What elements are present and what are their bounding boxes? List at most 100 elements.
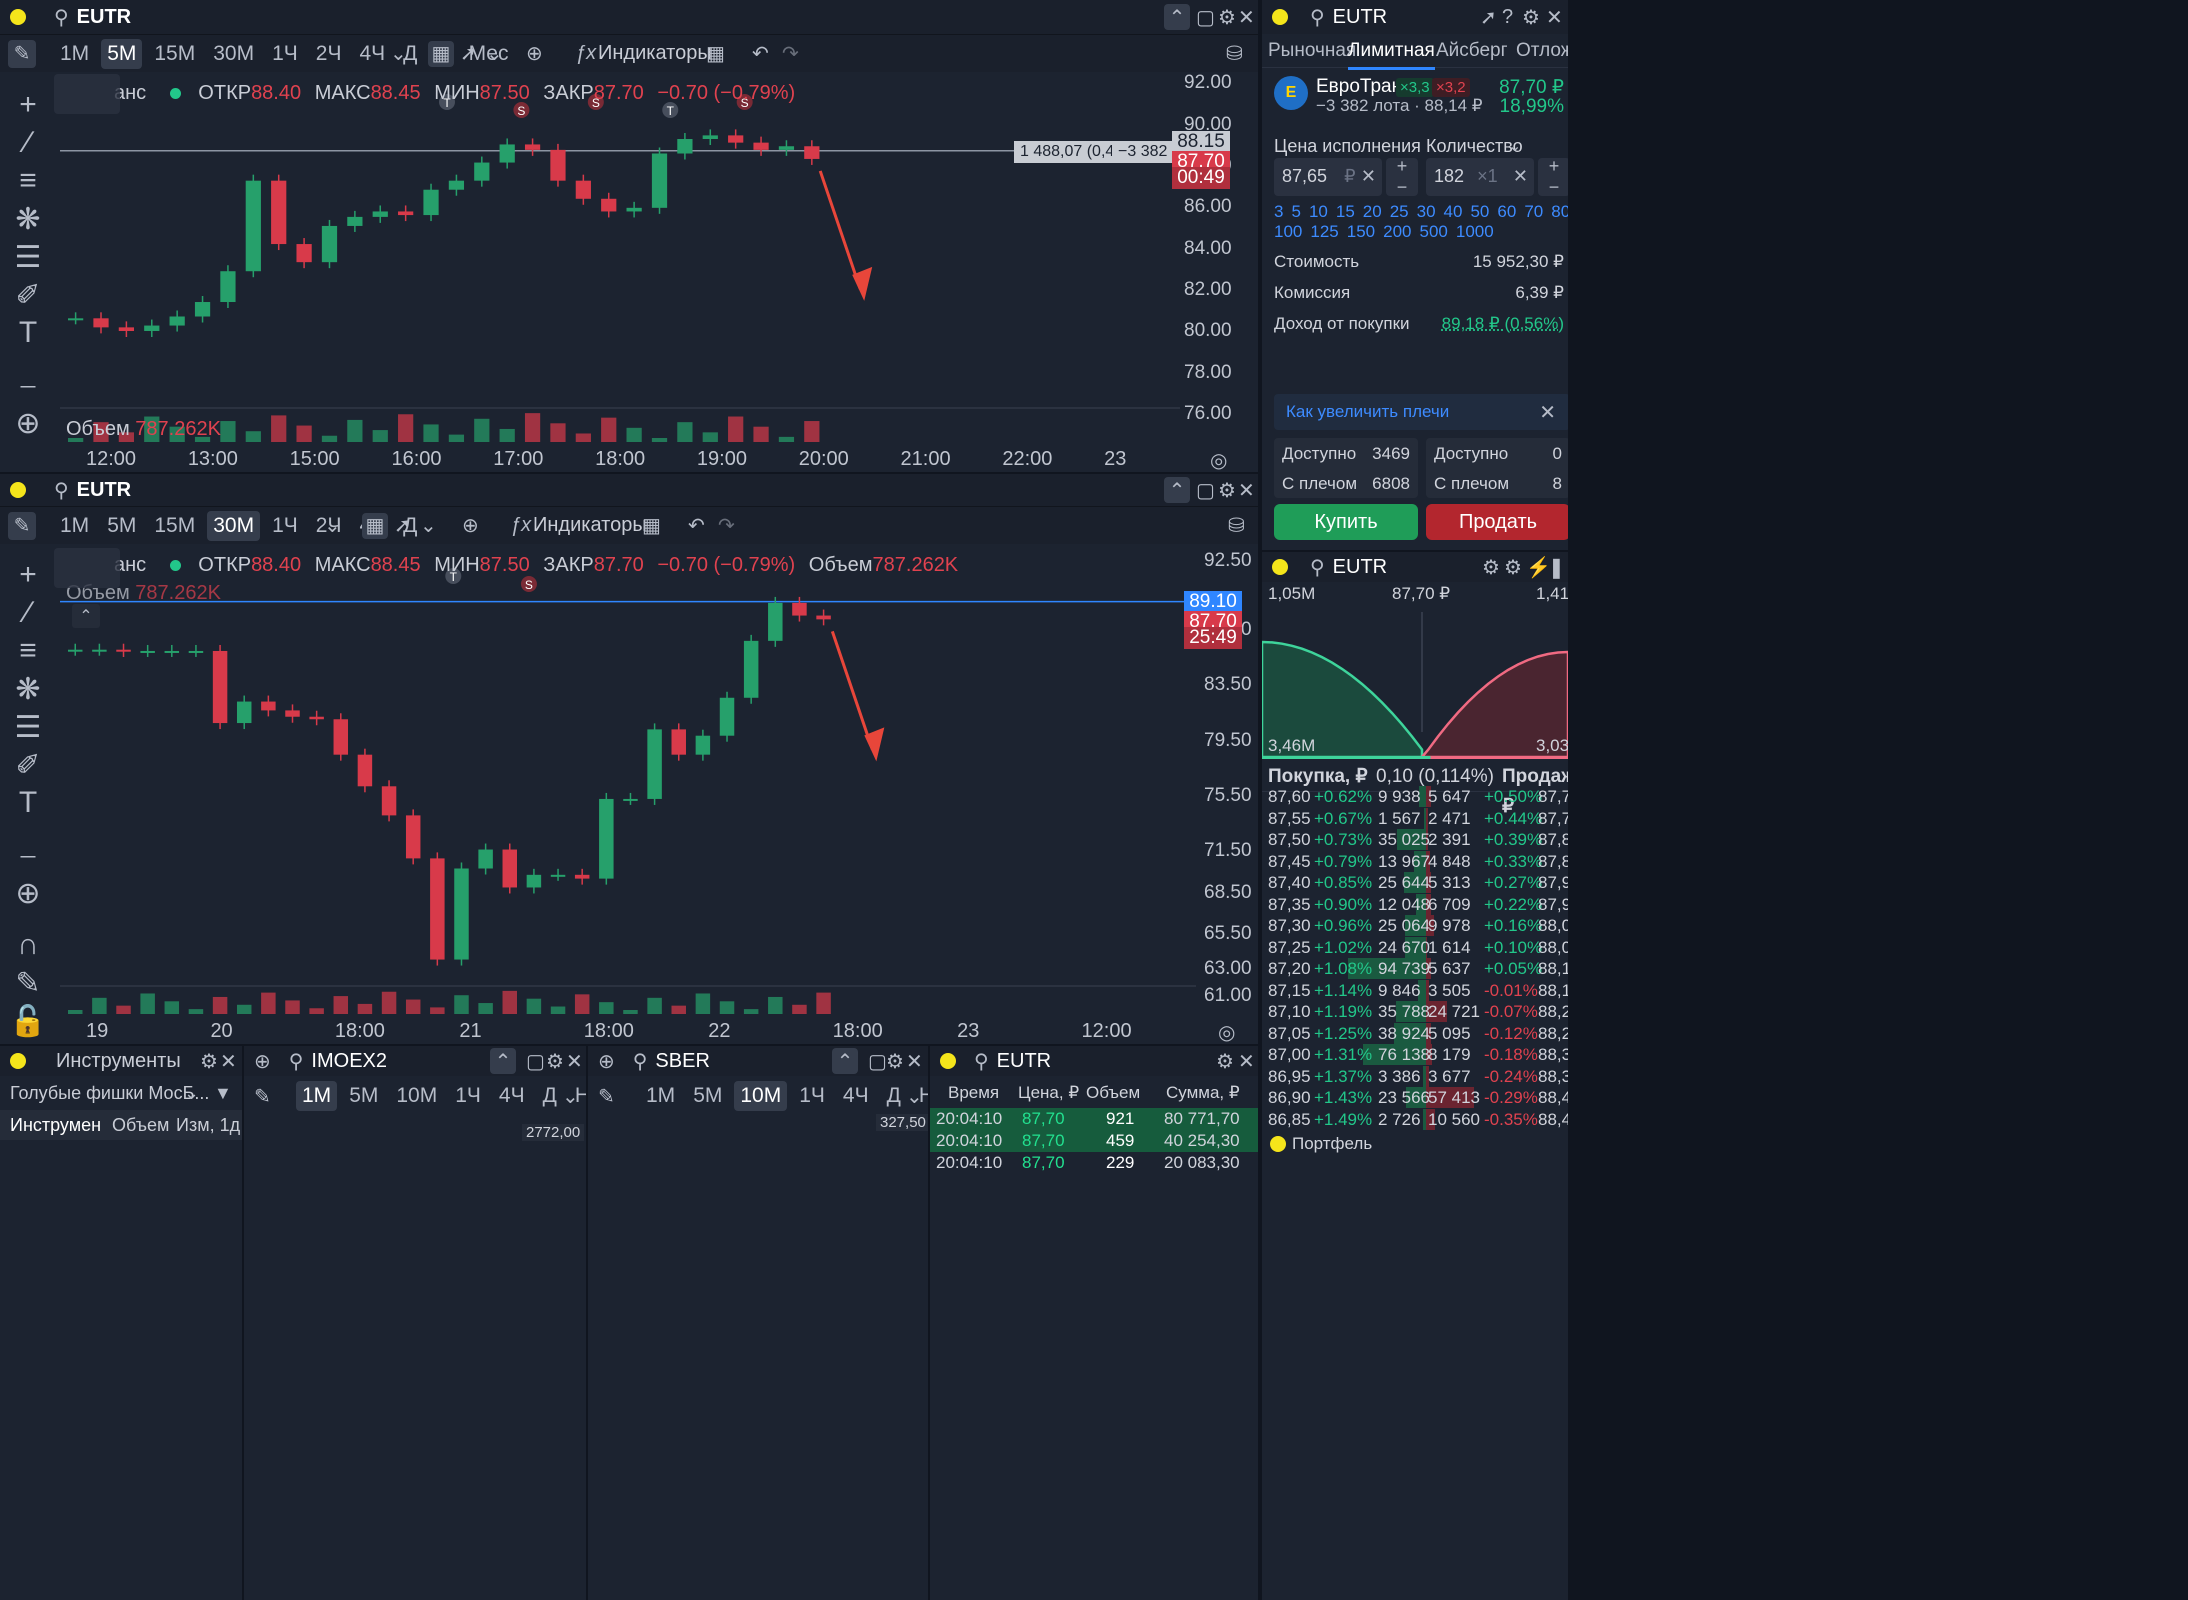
orderbook-row[interactable]: 87,45 +0.79% 13 967 4 848 +0.33% 87,8 xyxy=(1262,850,1568,872)
text-tool-icon[interactable]: T xyxy=(0,786,56,820)
chevron-down-icon[interactable]: ⌄ xyxy=(184,1083,199,1104)
quick-quantity-button[interactable]: 50 xyxy=(1470,202,1489,222)
tab-order-type[interactable]: Лимитная xyxy=(1348,40,1435,70)
dropdown-icon[interactable]: ⌄ xyxy=(562,1084,579,1109)
camera-icon[interactable]: ⛁ xyxy=(1228,513,1245,538)
quantity-field[interactable]: 182 ×1 ✕ xyxy=(1426,158,1534,196)
layout-grid-icon[interactable]: ▦ xyxy=(642,513,661,538)
undo-icon[interactable]: ↶ xyxy=(752,41,769,66)
link-dot-icon[interactable] xyxy=(10,482,26,498)
legend-handle[interactable] xyxy=(54,548,120,588)
legend-handle[interactable] xyxy=(54,74,120,114)
orderbook-row[interactable]: 87,10 +1.19% 35 788 24 721 -0.07% 88,2 xyxy=(1262,1001,1568,1022)
pencil-icon[interactable]: ✎ xyxy=(598,1084,615,1109)
ticker-label[interactable]: EUTR xyxy=(1333,556,1387,579)
reset-view-icon[interactable]: ◎ xyxy=(1218,1020,1235,1044)
close-icon[interactable]: ✕ xyxy=(220,1049,237,1074)
link-dot-icon[interactable] xyxy=(10,1053,26,1069)
tab-order-type[interactable]: Отложен xyxy=(1516,40,1568,62)
timeframe-button[interactable]: 4Ч xyxy=(353,39,391,69)
search-icon[interactable]: ⚲ xyxy=(1310,555,1325,580)
quick-quantity-button[interactable]: 200 xyxy=(1383,222,1411,242)
search-icon[interactable]: ⚲ xyxy=(1310,5,1325,30)
candles-icon[interactable]: ▦ xyxy=(362,512,388,539)
pause-icon[interactable]: ❚❚ xyxy=(1548,555,1568,580)
close-icon[interactable]: ✕ xyxy=(906,1049,923,1074)
settings-gear-icon[interactable]: ⚙ xyxy=(1482,555,1500,580)
fib-icon[interactable]: ☰ xyxy=(0,710,56,745)
top-candlestick-chart[interactable]: TSSTS xyxy=(60,72,1180,444)
chart-type-icon[interactable]: ➚ xyxy=(460,41,477,66)
settings-gear-icon[interactable]: ⚙ xyxy=(1504,555,1522,580)
filter-select[interactable]: Голубые фишки МосБ... xyxy=(10,1083,209,1104)
trend-arrow[interactable] xyxy=(818,170,862,290)
timeframe-button[interactable]: Д xyxy=(881,1081,907,1111)
search-icon[interactable]: ⚲ xyxy=(974,1049,989,1074)
orderbook-row[interactable]: 87,40 +0.85% 25 644 5 313 +0.27% 87,9 xyxy=(1262,872,1568,893)
ruler-icon[interactable]: ⎯ xyxy=(0,838,56,872)
pencil-icon[interactable]: ✎ xyxy=(8,511,36,540)
close-icon[interactable]: ✕ xyxy=(1539,400,1556,425)
magnet-icon[interactable]: ∩ xyxy=(0,928,56,962)
horizontal-lines-icon[interactable]: ≡ xyxy=(0,164,56,198)
collapse-legend-icon[interactable]: ⌃ xyxy=(72,604,100,628)
fx-icon[interactable]: ƒx xyxy=(575,42,596,65)
timeframe-button[interactable]: 1M xyxy=(54,39,95,69)
search-icon[interactable]: ⚲ xyxy=(289,1049,304,1074)
close-icon[interactable]: ✕ xyxy=(1546,5,1563,30)
timeframe-button[interactable]: 4Ч xyxy=(837,1081,875,1111)
close-icon[interactable]: ✕ xyxy=(566,1049,583,1074)
settings-gear-icon[interactable]: ⚙ xyxy=(1216,1049,1234,1074)
instruments-filter[interactable]: Голубые фишки МосБ... ⌄ ▼ xyxy=(0,1076,242,1110)
close-icon[interactable]: ✕ xyxy=(1238,5,1255,30)
lock-icon[interactable]: 🔓 xyxy=(0,1004,56,1039)
quick-quantity-button[interactable]: 60 xyxy=(1497,202,1516,222)
timeframe-button[interactable]: Д xyxy=(537,1081,563,1111)
link-dot-icon[interactable] xyxy=(1270,1136,1286,1152)
pin-icon[interactable]: ➚ xyxy=(1480,5,1497,30)
quantity-stepper[interactable]: + − xyxy=(1538,156,1568,197)
column-volume[interactable]: Объем xyxy=(112,1115,169,1136)
dropdown-icon[interactable]: ⌄ xyxy=(486,41,503,66)
timeframe-button[interactable]: 10M xyxy=(734,1081,788,1111)
layout-grid-icon[interactable]: ▦ xyxy=(706,41,725,66)
orderbook-row[interactable]: 87,25 +1.02% 24 670 1 614 +0.10% 88,0 xyxy=(1262,936,1568,958)
undo-icon[interactable]: ↶ xyxy=(688,513,705,538)
add-icon[interactable]: ⊕ xyxy=(254,1049,271,1074)
pattern-icon[interactable]: ❋ xyxy=(0,672,56,707)
orderbook-row[interactable]: 87,30 +0.96% 25 064 9 978 +0.16% 88,0 xyxy=(1262,915,1568,936)
dropdown-icon[interactable]: ⌄ xyxy=(390,41,407,66)
orderbook-row[interactable]: 87,50 +0.73% 35 025 2 391 +0.39% 87,8 xyxy=(1262,829,1568,850)
leverage-banner[interactable]: Как увеличить плечи ✕ xyxy=(1274,394,1568,430)
trend-arrow[interactable] xyxy=(830,630,874,750)
maximize-icon[interactable]: ▢ xyxy=(1196,5,1215,30)
link-dot-icon[interactable] xyxy=(1272,9,1288,25)
dropdown-icon[interactable]: ⌄ xyxy=(906,1084,923,1109)
chevron-down-icon[interactable]: ⌄ xyxy=(1508,136,1521,156)
timeframe-button[interactable]: 4Ч xyxy=(493,1081,531,1111)
quantity-value[interactable]: 182 xyxy=(1434,166,1464,186)
pencil-icon[interactable]: ✎ xyxy=(8,39,36,68)
quick-quantity-button[interactable]: 3 xyxy=(1274,202,1283,222)
quick-quantity-button[interactable]: 5 xyxy=(1291,202,1300,222)
ticker-label[interactable]: EUTR xyxy=(77,479,131,502)
minus-icon[interactable]: − xyxy=(1397,177,1408,198)
orderbook-row[interactable]: 87,20 +1.08% 94 739 5 637 +0.05% 88,1 xyxy=(1262,958,1568,979)
orderbook-row[interactable]: 86,90 +1.43% 23 566 57 413 -0.29% 88,4 xyxy=(1262,1087,1568,1108)
trend-line-icon[interactable]: ∕ xyxy=(0,596,56,630)
add-icon[interactable]: ⊕ xyxy=(598,1049,615,1074)
close-icon[interactable]: ✕ xyxy=(1238,1049,1255,1074)
timeframe-button[interactable]: 30M xyxy=(207,510,261,541)
quick-quantity-button[interactable]: 80 xyxy=(1551,202,1568,222)
price-field[interactable]: 87,65 ₽ ✕ xyxy=(1274,158,1382,196)
banner-link[interactable]: Как увеличить плечи xyxy=(1286,402,1449,422)
price-value[interactable]: 87,65 xyxy=(1282,166,1327,186)
timeframe-button[interactable]: 2Ч xyxy=(310,39,348,69)
settings-gear-icon[interactable]: ⚙ xyxy=(1218,478,1236,503)
quick-quantity-button[interactable]: 500 xyxy=(1420,222,1448,242)
quick-quantity-button[interactable]: 20 xyxy=(1363,202,1382,222)
settings-gear-icon[interactable]: ⚙ xyxy=(200,1049,218,1074)
help-icon[interactable]: ? xyxy=(1502,6,1513,29)
orderbook-row[interactable]: 87,00 +1.31% 76 138 8 179 -0.18% 88,3 xyxy=(1262,1044,1568,1065)
orderbook-row[interactable]: 87,55 +0.67% 1 567 2 471 +0.44% 87,7 xyxy=(1262,807,1568,829)
